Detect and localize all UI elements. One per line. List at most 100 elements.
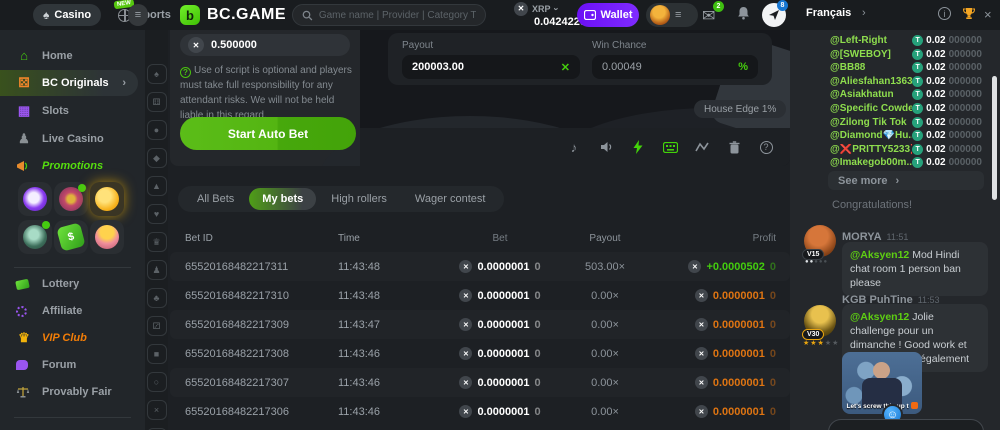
bet-row[interactable]: 65520168482217309 11:43:47 ✕0.00000010 0… — [170, 310, 790, 339]
chat-input[interactable] — [828, 419, 984, 430]
tab-high-rollers[interactable]: High rollers — [318, 188, 400, 210]
bc-game-logo[interactable]: b BC.GAME — [180, 5, 286, 25]
sidebar-item-slots[interactable]: ▦ Slots — [0, 98, 145, 124]
win-chance-value: 0.00049 — [602, 61, 642, 73]
chat-scrollbar[interactable] — [992, 76, 997, 200]
bet-row[interactable]: 65520168482217306 11:43:46 ✕0.00000010 0… — [170, 397, 790, 426]
spade-icon: ♠ — [43, 8, 49, 22]
xrp-coin-icon: ✕ — [695, 347, 708, 360]
close-chat-icon[interactable]: × — [984, 7, 992, 22]
main-sidebar: ⌂ Home ⚄ BC Originals › ▦ Slots ♟ Live C… — [0, 30, 145, 430]
game-rail-icon-1[interactable]: ♠ — [147, 64, 167, 84]
usdt-coin-icon: T — [912, 103, 923, 114]
trophy-button[interactable] — [962, 7, 976, 20]
promo-dart-icon[interactable] — [18, 182, 52, 216]
payout-input[interactable]: 200003.00 ✕ — [402, 55, 580, 79]
game-rail-icon-10[interactable]: ⚂ — [147, 316, 167, 336]
sidebar-item-home[interactable]: ⌂ Home — [0, 43, 145, 69]
game-rail-icon-5[interactable]: ▲ — [147, 176, 167, 196]
game-rail-icon-4[interactable]: ◆ — [147, 148, 167, 168]
sticker-badge-icon — [911, 402, 918, 409]
wallet-button[interactable]: Wallet — [577, 3, 639, 27]
sidebar-item-vip-club[interactable]: ♛ VIP Club — [0, 325, 145, 351]
winner-row: @Zilong Tik TokT0.02000000 — [830, 116, 982, 129]
sidebar-item-lottery[interactable]: Lottery — [0, 271, 145, 297]
game-rail-icon-12[interactable]: ○ — [147, 372, 167, 392]
usdt-coin-icon: T — [912, 35, 923, 46]
game-rail-icon-3[interactable]: ● — [147, 120, 167, 140]
mail-badge: 2 — [713, 1, 724, 12]
game-rail-icon-6[interactable]: ♥ — [147, 204, 167, 224]
game-rail-icon-11[interactable]: ■ — [147, 344, 167, 364]
turbo-bolt-button[interactable] — [630, 139, 646, 155]
bets-tabs: All Bets My bets High rollers Wager cont… — [178, 186, 504, 212]
bet-row[interactable]: 65520168482217307 11:43:46 ✕0.00000010 0… — [170, 368, 790, 397]
bet-row[interactable]: 65520168482217310 11:43:48 ✕0.00000010 0… — [170, 281, 790, 310]
language-chevron-icon[interactable]: › — [862, 7, 866, 19]
usdt-coin-icon: T — [912, 49, 923, 60]
hotkeys-button[interactable] — [662, 139, 678, 155]
win-chance-input[interactable]: 0.00049 % — [592, 55, 758, 79]
promo-wheel-icon[interactable] — [54, 182, 88, 216]
sidebar-item-live-casino[interactable]: ♟ Live Casino — [0, 126, 145, 152]
game-toolbar: ♪ ? — [360, 128, 790, 166]
bet-row[interactable]: 65520168482217311 11:43:48 ✕0.00000010 5… — [170, 252, 790, 281]
chat-rules-info-button[interactable]: i — [938, 7, 951, 20]
game-rail-icon-13[interactable]: × — [147, 400, 167, 420]
message-avatar[interactable]: V15 ●●●●● — [804, 225, 836, 257]
chat-language-selector[interactable]: Français — [806, 7, 851, 19]
see-more-button[interactable]: See more› — [828, 171, 984, 190]
clear-history-button[interactable] — [726, 139, 742, 155]
trends-button[interactable] — [694, 139, 710, 155]
usdt-coin-icon: T — [912, 89, 923, 100]
casino-toggle[interactable]: ♠ Casino — [33, 4, 101, 26]
game-rail-icon-9[interactable]: ♣ — [147, 288, 167, 308]
promo-dollar-tag-icon[interactable]: $ — [54, 220, 88, 254]
tab-all-bets[interactable]: All Bets — [184, 188, 247, 210]
house-edge-badge: House Edge 1% — [694, 100, 786, 118]
chat-gif-image[interactable]: Let's screw this up t — [842, 352, 922, 414]
search-input[interactable] — [319, 10, 476, 21]
profile-menu[interactable]: ≡ — [646, 3, 698, 27]
help-button[interactable]: ? — [758, 139, 774, 155]
sidebar-item-promotions[interactable]: Promotions — [0, 153, 145, 179]
music-toggle-button[interactable]: ♪ — [566, 139, 582, 155]
top-header: ♠ Casino NEW Sports ≡ b BC.GAME ✕ — [0, 0, 1000, 30]
start-auto-bet-button[interactable]: Start Auto Bet — [180, 117, 356, 150]
col-time: Time — [338, 226, 398, 250]
bet-row[interactable]: 65520168482217308 11:43:46 ✕0.00000010 0… — [170, 339, 790, 368]
clear-payout-icon[interactable]: ✕ — [561, 61, 570, 74]
xrp-coin-icon: ✕ — [459, 260, 472, 273]
xrp-coin-icon: ✕ — [459, 347, 472, 360]
bc-shield-icon: b — [180, 5, 200, 25]
promo-coin-person-icon[interactable] — [90, 220, 124, 254]
sidebar-item-provably-fair[interactable]: Provably Fair — [0, 379, 145, 405]
chat-panel: @Left-RightT0.02000000 @[SWEBOY]T0.02000… — [790, 30, 1000, 430]
menu-toggle-button[interactable]: ≡ — [128, 4, 148, 26]
winner-row: @[SWEBOY]T0.02000000 — [830, 48, 982, 61]
xrp-coin-icon: ✕ — [695, 289, 708, 302]
game-rail-icon-7[interactable]: ♛ — [147, 232, 167, 252]
tab-my-bets[interactable]: My bets — [249, 188, 316, 210]
game-rail-icon-2[interactable]: ⚅ — [147, 92, 167, 112]
usdt-coin-icon: T — [912, 62, 923, 73]
promo-piggy-bank-icon[interactable] — [90, 182, 124, 216]
crescent-icon — [42, 221, 50, 229]
tab-wager-contest[interactable]: Wager contest — [402, 188, 499, 210]
lightning-icon — [633, 140, 643, 154]
bet-amount-input[interactable]: ✕ 0.500000 — [180, 34, 350, 56]
chat-toggle-button[interactable]: 8 — [762, 3, 786, 27]
game-rail-icon-8[interactable]: ♟ — [147, 260, 167, 280]
xrp-coin-icon: ✕ — [459, 318, 472, 331]
sidebar-item-affiliate[interactable]: Affiliate — [0, 298, 145, 324]
chat-message-bubble[interactable]: @Aksyen12 Mod Hindi chat room 1 person b… — [842, 242, 988, 296]
message-avatar[interactable]: V30 ★★★★★ — [804, 305, 836, 337]
notifications-bell-button[interactable] — [737, 6, 750, 20]
sound-toggle-button[interactable] — [598, 139, 614, 155]
sidebar-item-forum[interactable]: Forum — [0, 352, 145, 378]
usdt-coin-icon: T — [912, 157, 923, 168]
mail-button[interactable]: ✉ 2 — [702, 6, 715, 26]
promo-hoodie-icon[interactable] — [18, 220, 52, 254]
winner-row: @Imakegob00m...T0.02000000 — [830, 156, 982, 169]
sidebar-item-bc-originals[interactable]: ⚄ BC Originals › — [0, 70, 138, 96]
